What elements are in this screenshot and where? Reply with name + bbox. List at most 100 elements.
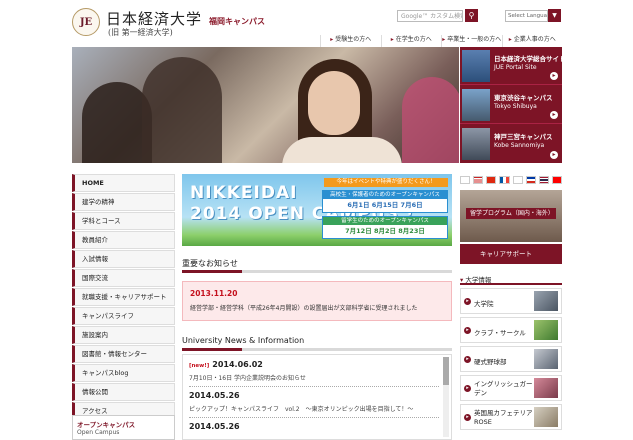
menu-home[interactable]: HOME <box>72 174 175 192</box>
search-button[interactable]: ⚲ <box>465 9 478 22</box>
open-campus-title: オープンキャンパス <box>77 421 136 429</box>
banner-highschool-box: 高校生・保護者のためのオープンキャンパス 6月1日 6月15日 7月6日 <box>322 190 448 213</box>
info-graduate-school[interactable]: ▸ 大学院 <box>460 288 562 314</box>
menu-admissions[interactable]: 入試情報 <box>72 250 175 268</box>
menu-career-support[interactable]: 就職支援・キャリアサポート <box>72 288 175 306</box>
baseball-thumbnail <box>534 349 558 369</box>
flag-france-icon[interactable] <box>499 176 510 184</box>
top-nav-companies[interactable]: 企業人事の方へ <box>501 35 563 47</box>
list-item[interactable]: [new!] 2014.06.02 7月10日・16日 学内企業説明会のお知らせ <box>189 360 439 387</box>
clubs-thumbnail <box>534 320 558 340</box>
link-title: 神戸三宮キャンパス <box>494 133 553 141</box>
notice-date: 2013.11.20 <box>190 289 238 298</box>
arrow-right-icon: ▸ <box>550 151 558 159</box>
flag-thailand-icon[interactable] <box>538 176 549 184</box>
language-flags <box>460 176 562 186</box>
career-support-button[interactable]: キャリアサポート <box>460 244 562 264</box>
divider <box>460 283 562 285</box>
news-text[interactable]: 7月10日・16日 学内企業説明会のお知らせ <box>189 373 439 382</box>
open-campus-box[interactable]: オープンキャンパス Open Campus <box>72 415 175 440</box>
menu-international[interactable]: 国際交流 <box>72 269 175 287</box>
news-list: [new!] 2014.06.02 7月10日・16日 学内企業説明会のお知らせ … <box>182 354 452 440</box>
left-menu: HOME 建学の精神 学科とコース 教員紹介 入試情報 国際交流 就職支援・キャ… <box>72 174 175 421</box>
search-icon: ⚲ <box>468 11 475 20</box>
language-dropdown-button[interactable]: ▼ <box>548 9 561 22</box>
info-baseball[interactable]: ▸ 硬式野球部 <box>460 346 562 372</box>
open-campus-banner[interactable]: NIKKEIDAI 2014 OPEN CAMPUS ! 今年はイベントや特典が… <box>182 174 452 246</box>
notice-heading: 重要なお知らせ <box>182 259 238 268</box>
link-subtitle: Kobe Sannomiya <box>494 142 545 149</box>
menu-campus-blog[interactable]: キャンパスblog <box>72 364 175 382</box>
info-label: 英国風カフェテリアROSE <box>474 409 533 426</box>
banner-tag: 今年はイベントや特典が盛りだくさん！ <box>324 178 448 187</box>
top-nav-alumni[interactable]: 卒業生・一般の方へ <box>441 35 502 47</box>
university-former-name: (旧 第一経済大学) <box>108 28 173 37</box>
kobe-thumbnail <box>462 128 490 160</box>
news-date: 2014.05.26 <box>189 391 240 400</box>
flag-taiwan-icon[interactable] <box>551 176 562 184</box>
box-dates: 6月1日 6月15日 7月6日 <box>347 201 423 209</box>
link-subtitle: JUE Portal Site <box>494 64 537 71</box>
flag-korea-icon[interactable] <box>512 176 523 184</box>
english-garden-thumbnail <box>534 378 558 398</box>
new-badge: [new!] <box>189 363 210 369</box>
flag-russia-icon[interactable] <box>525 176 536 184</box>
menu-library[interactable]: 図書館・情報センター <box>72 345 175 363</box>
info-clubs[interactable]: ▸ クラブ・サークル <box>460 317 562 343</box>
graduate-school-thumbnail <box>534 291 558 311</box>
info-english-garden[interactable]: ▸ イングリッシュガーデン <box>460 375 562 401</box>
banner-title-line1: NIKKEIDAI <box>190 183 298 203</box>
info-label: 硬式野球部 <box>474 358 507 366</box>
university-name[interactable]: 日本経済大学 <box>106 8 202 29</box>
flag-usa-icon[interactable] <box>473 176 484 184</box>
top-nav-applicants[interactable]: 受験生の方へ <box>320 35 381 47</box>
box-heading: 留学生のためのオープンキャンパス <box>323 217 447 225</box>
arrow-right-icon: ▸ <box>464 327 471 334</box>
flag-china-icon[interactable] <box>486 176 497 184</box>
open-campus-subtitle: Open Campus <box>77 429 120 436</box>
info-cafeteria[interactable]: ▸ 英国風カフェテリアROSE <box>460 404 562 430</box>
notice-box: 2013.11.20 経営学部・経営学科（平成26年4月開設）の設置届出が文部科… <box>182 281 452 321</box>
news-text[interactable]: ピックアップ！キャンパスライフ vol.2 ～東京オリンピック出場を目指して！～ <box>189 404 439 413</box>
notice-link[interactable]: 経営学部・経営学科（平成26年4月開設）の設置届出が文部科学省に受理されました <box>190 303 417 312</box>
menu-disclosure[interactable]: 情報公開 <box>72 383 175 401</box>
portal-thumbnail <box>462 50 490 82</box>
page: JE 日本経済大学 (旧 第一経済大学) 福岡キャンパス Google™ カスタ… <box>0 0 633 440</box>
hero-figure <box>402 77 459 163</box>
campus-label: 福岡キャンパス <box>209 17 265 26</box>
logo-icon[interactable]: JE <box>72 8 100 36</box>
info-label: イングリッシュガーデン <box>474 380 533 397</box>
arrow-right-icon: ▸ <box>550 72 558 80</box>
divider <box>189 417 439 418</box>
divider <box>182 270 452 273</box>
arrow-right-icon: ▸ <box>550 111 558 119</box>
link-title: 日本経済大学総合サイト <box>494 55 566 63</box>
news-date: 2014.06.02 <box>212 360 263 369</box>
search-input[interactable]: Google™ カスタム検索 <box>397 10 463 22</box>
list-item[interactable]: 2014.05.26 ピックアップ！キャンパスライフ vol.2 ～東京オリンピ… <box>189 391 439 418</box>
tokyo-campus-link[interactable]: 東京渋谷キャンパス Tokyo Shibuya ▸ <box>460 86 562 124</box>
menu-departments[interactable]: 学科とコース <box>72 212 175 230</box>
language-select[interactable]: Select Language <box>505 10 548 22</box>
study-abroad-banner[interactable]: 留学プログラム（国内・海外） <box>460 190 562 242</box>
link-subtitle: Tokyo Shibuya <box>494 103 537 110</box>
menu-campus-life[interactable]: キャンパスライフ <box>72 307 175 325</box>
news-scrollbar[interactable] <box>443 357 449 437</box>
flag-japan-icon[interactable] <box>460 176 471 184</box>
hero-figure <box>282 137 402 163</box>
kobe-campus-link[interactable]: 神戸三宮キャンパス Kobe Sannomiya ▸ <box>460 125 562 163</box>
info-label: 大学院 <box>474 300 494 308</box>
top-navigation: 受験生の方へ 在学生の方へ 卒業生・一般の方へ 企業人事の方へ <box>320 35 562 47</box>
cafeteria-thumbnail <box>534 407 558 427</box>
box-dates: 7月12日 8月2日 8月23日 <box>345 227 425 235</box>
list-item[interactable]: 2014.05.26 <box>189 422 439 431</box>
menu-facilities[interactable]: 施設案内 <box>72 326 175 344</box>
portal-site-link[interactable]: 日本経済大学総合サイト JUE Portal Site ▸ <box>460 47 566 85</box>
hero-figure <box>308 71 360 135</box>
menu-founding-spirit[interactable]: 建学の精神 <box>72 193 175 211</box>
menu-faculty[interactable]: 教員紹介 <box>72 231 175 249</box>
top-nav-students[interactable]: 在学生の方へ <box>380 35 442 47</box>
arrow-right-icon: ▸ <box>464 298 471 305</box>
tokyo-thumbnail <box>462 89 490 121</box>
campus-links: 日本経済大学総合サイト JUE Portal Site ▸ 東京渋谷キャンパス … <box>460 47 566 163</box>
